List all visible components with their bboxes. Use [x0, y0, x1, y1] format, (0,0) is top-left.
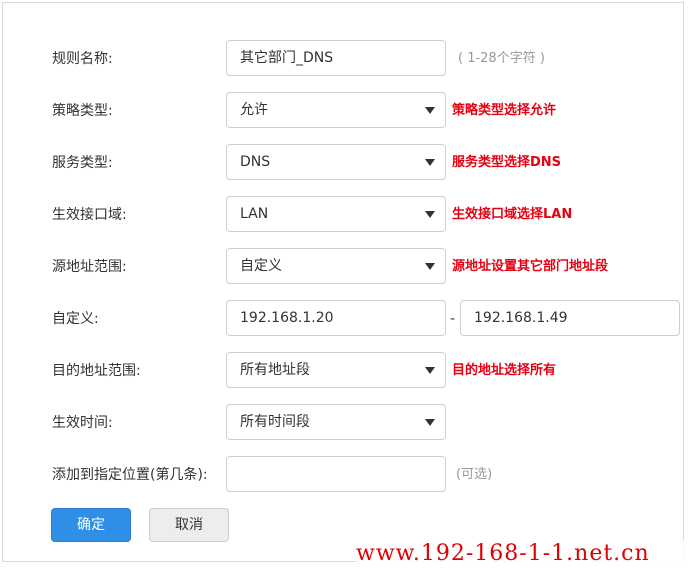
cancel-button[interactable]: 取消 — [149, 508, 229, 542]
service-type-label: 服务类型: — [52, 155, 113, 171]
service-type-select[interactable]: DNS — [226, 144, 446, 180]
rule-name-label: 规则名称: — [52, 51, 113, 67]
custom-range-label: 自定义: — [52, 311, 99, 327]
time-row: 生效时间: 所有时间段 — [0, 404, 688, 442]
confirm-button[interactable]: 确定 — [51, 508, 131, 542]
zone-select[interactable]: LAN — [226, 196, 446, 232]
dst-range-row: 目的地址范围: 所有地址段 目的地址选择所有 — [0, 352, 688, 390]
zone-annotation: 生效接口域选择LAN — [452, 207, 573, 222]
time-value: 所有时间段 — [240, 414, 310, 430]
site-watermark: www.192-168-1-1.net.cn — [356, 540, 686, 568]
service-type-annotation: 服务类型选择DNS — [452, 155, 562, 170]
dropdown-arrow-icon — [425, 367, 435, 374]
zone-value: LAN — [240, 206, 269, 222]
dst-range-select[interactable]: 所有地址段 — [226, 352, 446, 388]
dropdown-arrow-icon — [425, 419, 435, 426]
custom-range-row: 自定义: 192.168.1.20 - 192.168.1.49 — [0, 300, 688, 338]
service-type-row: 服务类型: DNS 服务类型选择DNS — [0, 144, 688, 182]
zone-label: 生效接口域: — [52, 207, 127, 223]
dropdown-arrow-icon — [425, 159, 435, 166]
src-range-row: 源地址范围: 自定义 源地址设置其它部门地址段 — [0, 248, 688, 286]
service-type-value: DNS — [240, 154, 271, 170]
custom-end-input[interactable]: 192.168.1.49 — [460, 300, 680, 336]
src-range-select[interactable]: 自定义 — [226, 248, 446, 284]
policy-type-value: 允许 — [240, 102, 268, 118]
time-select[interactable]: 所有时间段 — [226, 404, 446, 440]
policy-type-row: 策略类型: 允许 策略类型选择允许 — [0, 92, 688, 130]
policy-type-select[interactable]: 允许 — [226, 92, 446, 128]
rule-name-row: 规则名称: 其它部门_DNS ( 1-28个字符 ) — [0, 40, 688, 78]
src-range-label: 源地址范围: — [52, 259, 127, 275]
custom-start-input[interactable]: 192.168.1.20 — [226, 300, 446, 336]
dst-range-value: 所有地址段 — [240, 362, 310, 378]
src-range-value: 自定义 — [240, 258, 282, 274]
position-input[interactable] — [226, 456, 446, 492]
dropdown-arrow-icon — [425, 263, 435, 270]
range-separator: - — [450, 311, 456, 327]
dst-range-annotation: 目的地址选择所有 — [452, 363, 557, 378]
dst-range-label: 目的地址范围: — [52, 363, 141, 379]
rule-name-input[interactable]: 其它部门_DNS — [226, 40, 446, 76]
position-row: 添加到指定位置(第几条): (可选) — [0, 456, 688, 494]
policy-type-label: 策略类型: — [52, 103, 113, 119]
dropdown-arrow-icon — [425, 107, 435, 114]
policy-type-annotation: 策略类型选择允许 — [452, 103, 557, 118]
time-label: 生效时间: — [52, 415, 113, 431]
position-hint: (可选) — [456, 467, 493, 482]
dropdown-arrow-icon — [425, 211, 435, 218]
src-range-annotation: 源地址设置其它部门地址段 — [452, 259, 609, 274]
rule-name-hint: ( 1-28个字符 ) — [458, 51, 545, 66]
zone-row: 生效接口域: LAN 生效接口域选择LAN — [0, 196, 688, 234]
position-label: 添加到指定位置(第几条): — [52, 467, 208, 483]
